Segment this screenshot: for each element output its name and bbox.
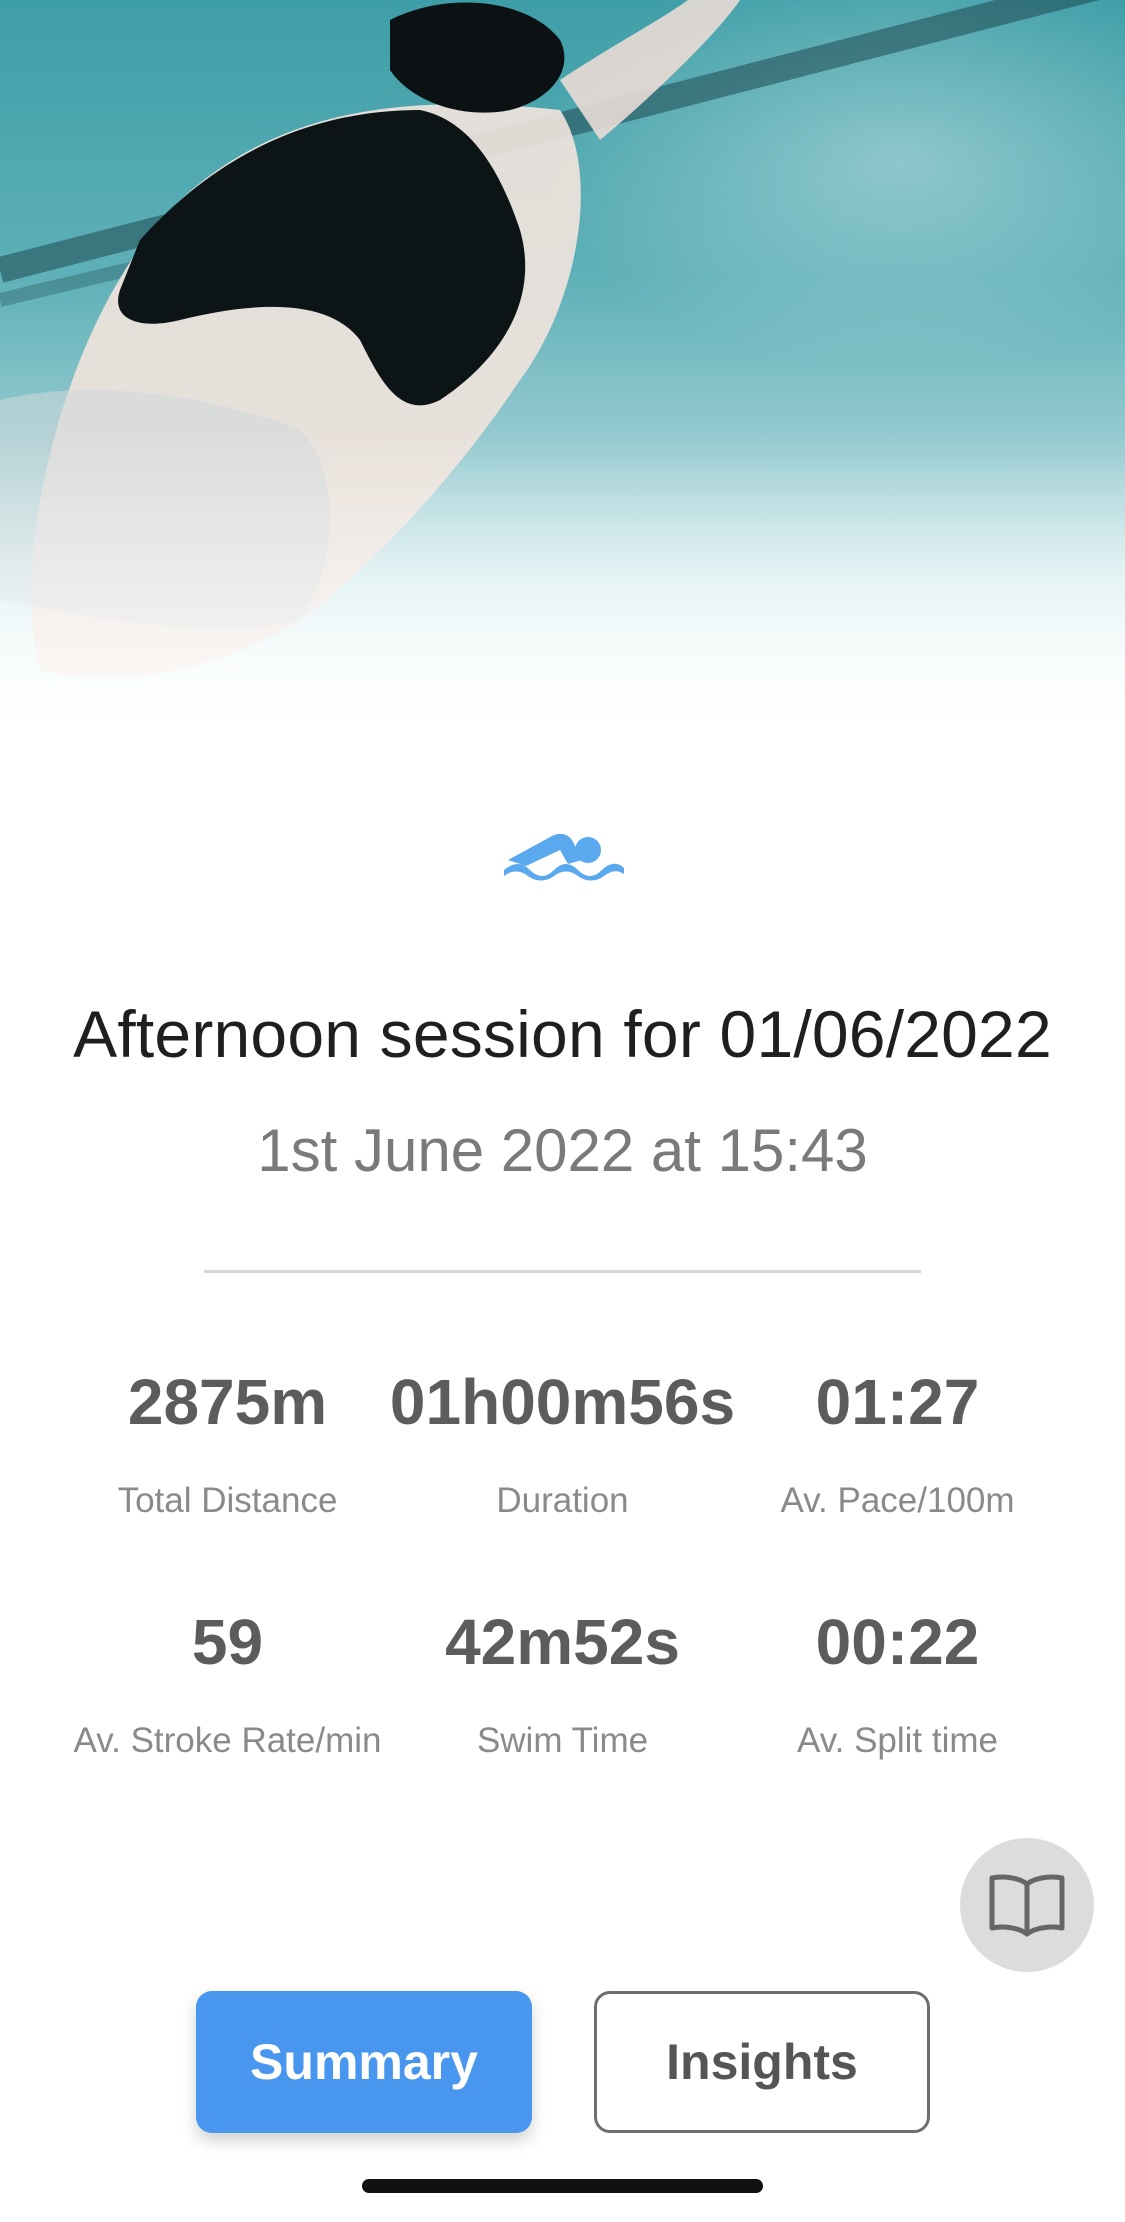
stat-value: 59 [191, 1606, 264, 1678]
stat-split-time: 00:22 Av. Split time [710, 1605, 1085, 1761]
stat-value: 01h00m56s [389, 1366, 736, 1438]
stat-value: 00:22 [815, 1606, 980, 1678]
stat-label: Av. Stroke Rate/min [73, 1721, 382, 1760]
guide-button[interactable] [960, 1838, 1094, 1972]
session-title: Afternoon session for 01/06/2022 [73, 997, 1052, 1071]
hero-image [0, 0, 1125, 790]
stat-duration: 01h00m56s Duration [375, 1365, 750, 1521]
session-datetime: 1st June 2022 at 15:43 [257, 1117, 868, 1184]
divider [204, 1270, 921, 1273]
stat-value: 01:27 [815, 1366, 980, 1438]
book-icon [989, 1874, 1065, 1937]
stat-value: 42m52s [445, 1606, 680, 1678]
home-indicator[interactable] [362, 2179, 763, 2193]
swimmer-photo [0, 0, 1125, 790]
stat-value: 2875m [127, 1366, 328, 1438]
stat-label: Total Distance [117, 1481, 338, 1520]
stat-label: Av. Split time [797, 1721, 998, 1760]
stat-avg-pace: 01:27 Av. Pace/100m [710, 1365, 1085, 1521]
summary-button[interactable]: Summary [196, 1991, 532, 2133]
stat-total-distance: 2875m Total Distance [40, 1365, 415, 1521]
stat-swim-time: 42m52s Swim Time [375, 1605, 750, 1761]
stat-stroke-rate: 59 Av. Stroke Rate/min [40, 1605, 415, 1761]
stat-label: Av. Pace/100m [780, 1481, 1015, 1520]
insights-button[interactable]: Insights [594, 1991, 930, 2133]
swimmer-icon [504, 833, 624, 881]
stat-label: Duration [496, 1481, 629, 1520]
stat-label: Swim Time [476, 1721, 649, 1760]
